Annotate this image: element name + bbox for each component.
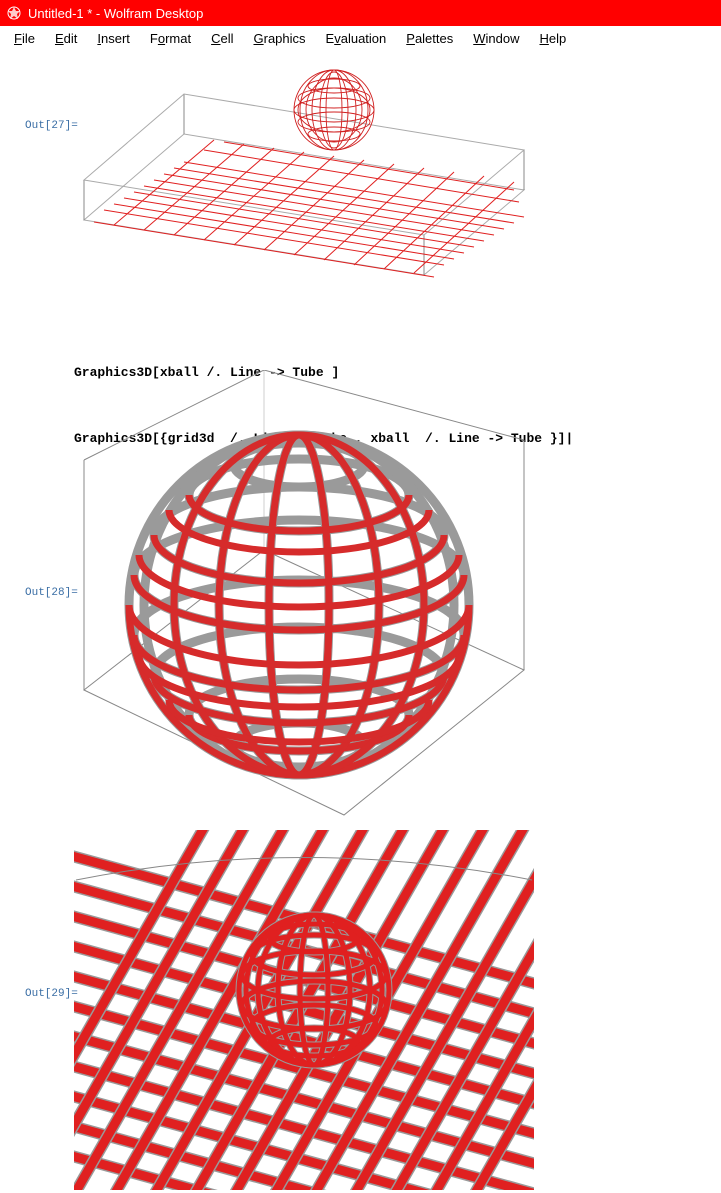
menu-cell[interactable]: Cell xyxy=(201,29,243,48)
graphics3d-output-29[interactable] xyxy=(74,830,534,1190)
menu-help[interactable]: Help xyxy=(530,29,577,48)
window-titlebar: Untitled-1 * - Wolfram Desktop xyxy=(0,0,721,26)
menu-palettes[interactable]: Palettes xyxy=(396,29,463,48)
window-title: Untitled-1 * - Wolfram Desktop xyxy=(28,6,203,21)
output-label-27: Out[27]= xyxy=(25,120,78,132)
app-icon xyxy=(6,5,22,21)
menu-bar: File Edit Insert Format Cell Graphics Ev… xyxy=(0,26,721,50)
menu-file[interactable]: File xyxy=(4,29,45,48)
menu-graphics[interactable]: Graphics xyxy=(244,29,316,48)
graphics3d-output-28[interactable] xyxy=(74,370,534,830)
graphics3d-output-27[interactable] xyxy=(74,50,534,300)
menu-insert[interactable]: Insert xyxy=(87,29,140,48)
menu-edit[interactable]: Edit xyxy=(45,29,87,48)
output-label-28: Out[28]= xyxy=(25,587,78,599)
menu-evaluation[interactable]: Evaluation xyxy=(316,29,397,48)
output-label-29: Out[29]= xyxy=(25,988,78,1000)
menu-format[interactable]: Format xyxy=(140,29,201,48)
menu-window[interactable]: Window xyxy=(463,29,529,48)
notebook-area[interactable]: Out[27]= Out[28]= Out[29]= Graphics3D[xb… xyxy=(0,50,721,1175)
